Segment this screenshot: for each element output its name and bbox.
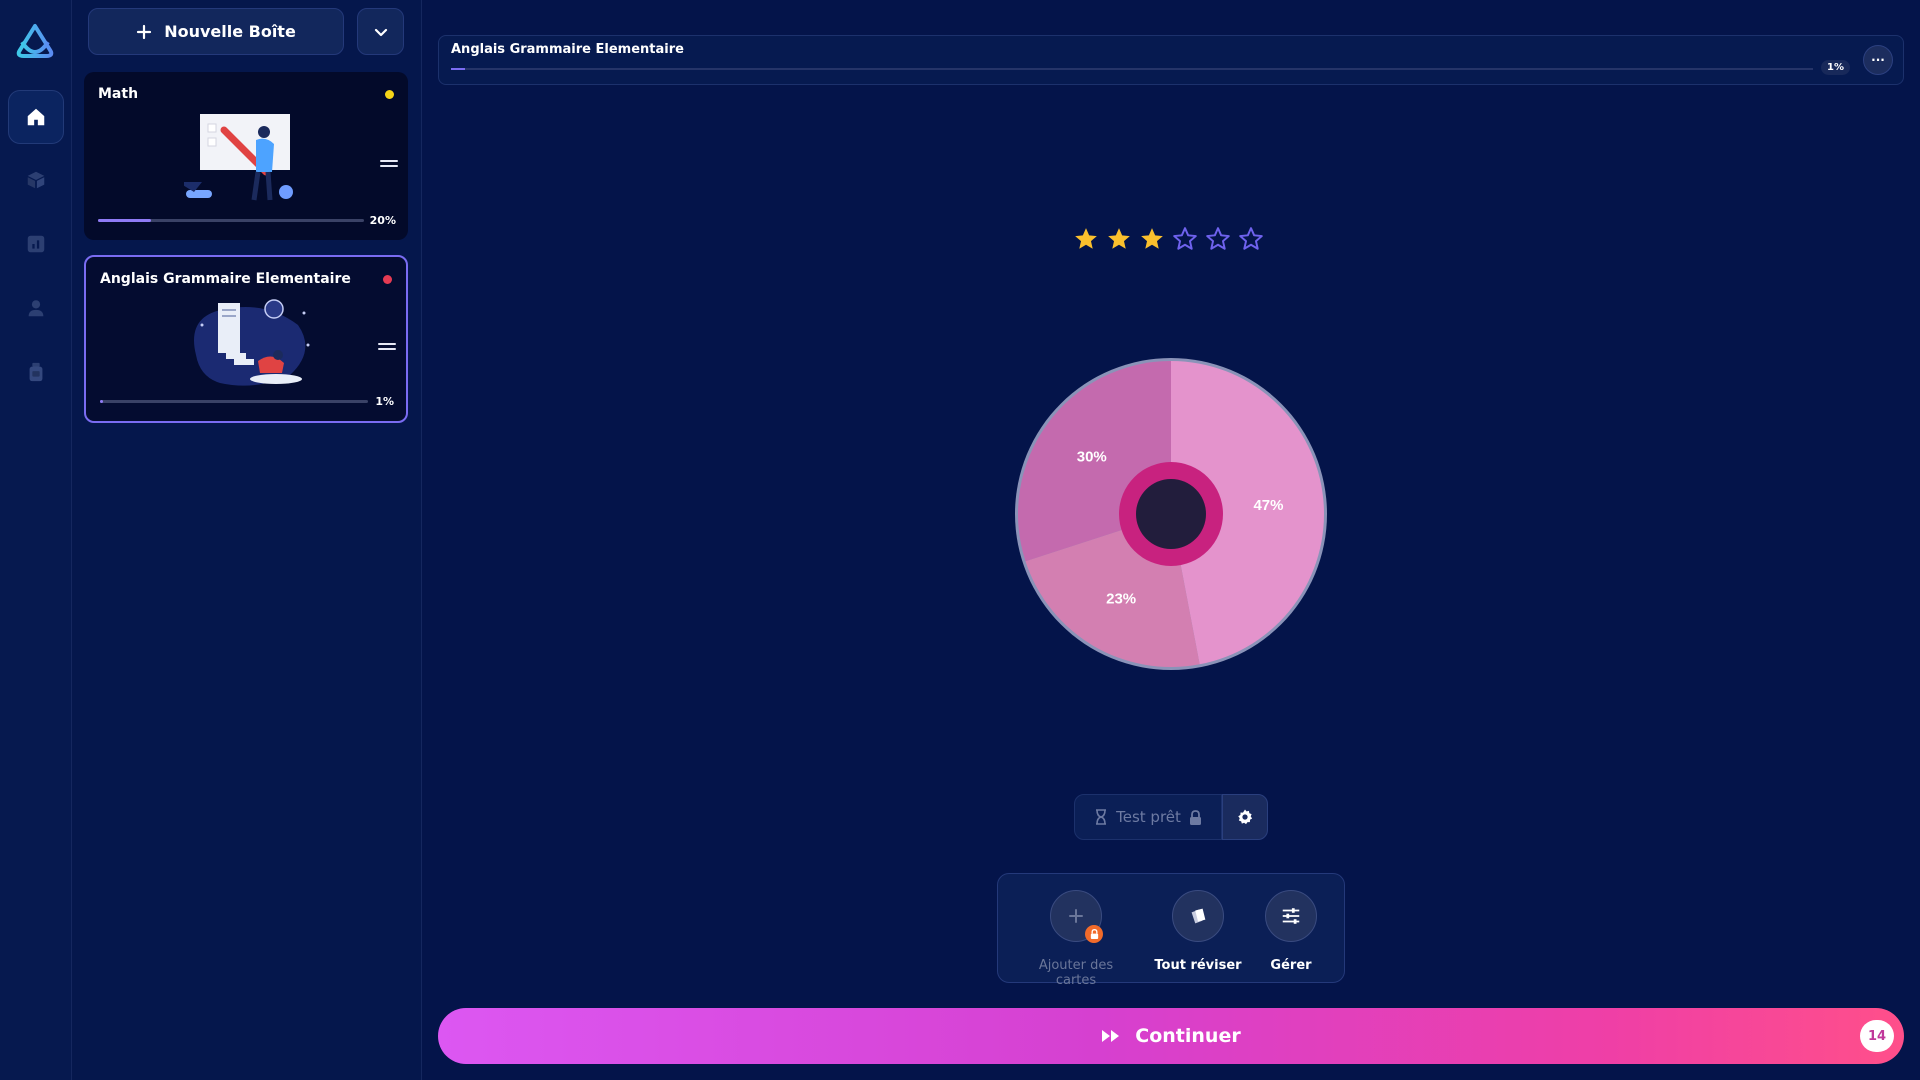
- hourglass-icon: [1096, 809, 1107, 825]
- deck-header-title: Anglais Grammaire Elementaire: [451, 42, 684, 57]
- deck-card-selected[interactable]: Anglais Grammaire Elementaire 1%: [84, 255, 408, 423]
- deck-progress-bar: [100, 400, 368, 403]
- review-all-button[interactable]: [1172, 890, 1224, 942]
- deck-header-progress-bar: [451, 68, 1813, 70]
- star-filled-icon: [1075, 228, 1097, 249]
- new-box-button[interactable]: Nouvelle Boîte: [88, 8, 344, 55]
- continue-button[interactable]: Continuer 14: [438, 1008, 1904, 1064]
- review-all-label: Tout réviser: [1154, 958, 1242, 973]
- add-cards-label: Ajouter des cartes: [1038, 958, 1114, 988]
- deck-status-dot: [383, 275, 392, 284]
- manage-button[interactable]: [1265, 890, 1317, 942]
- deck-progress-fill: [100, 400, 103, 403]
- pie-slice-label: 23%: [1106, 590, 1136, 607]
- box-icon: [27, 171, 45, 189]
- deck-title: Anglais Grammaire Elementaire: [100, 271, 351, 287]
- deck-sidebar: Nouvelle Boîte Math 20% Anglais Grammair…: [72, 0, 422, 1080]
- rail-shop-button[interactable]: [8, 345, 64, 399]
- sidebar-dropdown-button[interactable]: [357, 8, 404, 55]
- drag-handle-icon[interactable]: [380, 160, 398, 168]
- review-all-action[interactable]: Tout réviser: [1148, 890, 1248, 973]
- chevron-down-icon: [374, 28, 387, 36]
- star-empty-icon: [1206, 227, 1230, 250]
- deck-status-dot: [385, 90, 394, 99]
- star-empty-icon: [1239, 227, 1263, 250]
- lock-icon: [1189, 809, 1201, 825]
- rail-boxes-button[interactable]: [8, 153, 64, 207]
- deck-header: Anglais Grammaire Elementaire 1% ···: [438, 35, 1904, 85]
- pie-slice-label: 47%: [1253, 497, 1283, 514]
- new-box-label: Nouvelle Boîte: [164, 22, 296, 41]
- star-empty-icon: [1173, 227, 1197, 250]
- deck-title: Math: [98, 86, 139, 102]
- manage-label: Gérer: [1270, 958, 1312, 973]
- progress-pie-chart: 47% 23% 30%: [1012, 355, 1330, 673]
- home-icon: [27, 108, 45, 126]
- deck-progress-fill: [98, 219, 152, 222]
- deck-actions-panel: Ajouter des cartes Tout réviser Gérer: [997, 873, 1345, 988]
- plus-icon: [1069, 909, 1083, 923]
- ellipsis-icon: ···: [1871, 53, 1885, 67]
- add-cards-action[interactable]: Ajouter des cartes: [1026, 890, 1126, 988]
- fast-forward-icon: [1102, 1030, 1120, 1042]
- test-settings-button[interactable]: [1222, 794, 1268, 840]
- chart-icon: [27, 235, 45, 253]
- manage-action[interactable]: Gérer: [1241, 890, 1341, 973]
- test-ready-label: Test prêt: [1116, 808, 1181, 826]
- pie-slice-label: 30%: [1077, 448, 1107, 465]
- star-filled-icon: [1141, 228, 1163, 249]
- sliders-icon: [1282, 908, 1300, 924]
- math-teacher-illustration: [184, 114, 293, 201]
- pie-center-hole: [1136, 479, 1206, 549]
- rail-profile-button[interactable]: [8, 281, 64, 335]
- pie-chart-svg: 47% 23% 30%: [1015, 358, 1327, 670]
- nav-rail: [0, 0, 72, 1080]
- more-options-button[interactable]: ···: [1863, 45, 1893, 75]
- star-rating: [1073, 226, 1264, 252]
- cards-due-count: 14: [1860, 1020, 1894, 1052]
- drag-handle-icon[interactable]: [378, 343, 396, 351]
- user-icon: [28, 300, 44, 317]
- cards-icon: [1191, 908, 1206, 924]
- gear-icon: [1238, 809, 1253, 825]
- rail-stats-button[interactable]: [8, 217, 64, 271]
- test-ready-button[interactable]: Test prêt: [1074, 794, 1222, 840]
- add-cards-button[interactable]: [1050, 890, 1103, 943]
- deck-progress-bar: [98, 219, 364, 222]
- deck-header-progress-fill: [451, 68, 465, 70]
- star-filled-icon: [1108, 228, 1130, 249]
- app-logo-icon[interactable]: [10, 20, 60, 60]
- deck-progress-label: 1%: [375, 395, 394, 408]
- grammar-study-illustration: [194, 299, 310, 386]
- plus-icon: [137, 24, 152, 39]
- deck-progress-label: 20%: [369, 214, 396, 227]
- deck-card[interactable]: Math 20%: [84, 72, 408, 240]
- lock-badge-icon: [1085, 925, 1103, 943]
- bottle-icon: [29, 362, 43, 382]
- deck-header-progress-label: 1%: [1821, 60, 1850, 75]
- rail-home-button[interactable]: [8, 90, 64, 144]
- continue-label: Continuer: [1135, 1025, 1241, 1047]
